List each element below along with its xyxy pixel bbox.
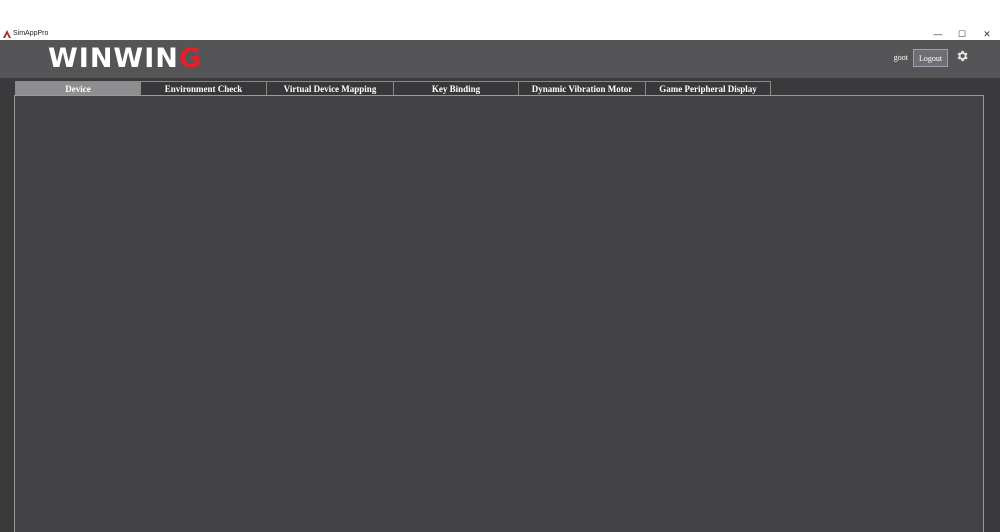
minimize-button[interactable]: — (926, 28, 950, 40)
tab-dynamic-vibration-motor[interactable]: Dynamic Vibration Motor (518, 81, 646, 95)
window-titlebar[interactable]: SimAppPro — ☐ ✕ (0, 28, 1000, 40)
tab-environment-check[interactable]: Environment Check (140, 81, 267, 95)
main-tabbar: Device Environment Check Virtual Device … (0, 80, 1000, 96)
desktop-strip (0, 0, 1000, 28)
logout-button[interactable]: Logout (913, 49, 948, 67)
app-logo-icon (3, 30, 11, 38)
maximize-button[interactable]: ☐ (950, 28, 974, 40)
winwing-logo: WINWING (48, 43, 202, 75)
tab-device[interactable]: Device (15, 81, 141, 95)
device-content-panel (14, 95, 984, 532)
app-window: WINWING goot Logout Device Environment C… (0, 40, 1000, 532)
app-header: WINWING goot Logout (0, 40, 1000, 78)
gear-icon[interactable] (955, 49, 969, 63)
logo-accent-text: G (178, 43, 203, 74)
close-button[interactable]: ✕ (975, 28, 999, 40)
window-title: SimAppPro (13, 30, 49, 37)
tab-game-peripheral-display[interactable]: Game Peripheral Display (645, 81, 771, 95)
tab-key-binding[interactable]: Key Binding (393, 81, 519, 95)
username-label: goot (893, 53, 908, 62)
tab-virtual-device-mapping[interactable]: Virtual Device Mapping (266, 81, 394, 95)
logo-main-text: WINWIN (48, 43, 179, 74)
